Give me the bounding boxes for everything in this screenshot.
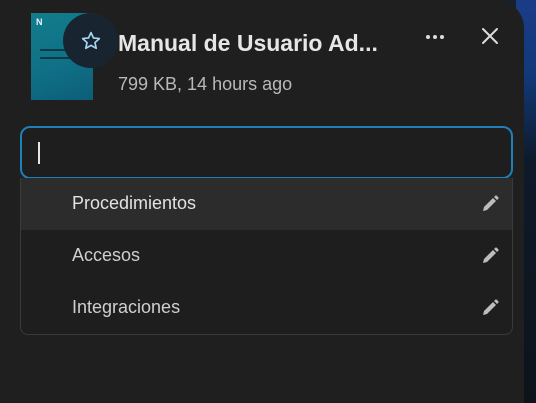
suggestion-label: Accesos xyxy=(72,245,141,265)
tag-input[interactable] xyxy=(36,128,496,177)
more-options-button[interactable] xyxy=(420,24,450,50)
pencil-icon[interactable] xyxy=(480,246,500,266)
file-meta: 799 KB, 14 hours ago xyxy=(118,74,293,94)
thumbnail-logo: N xyxy=(36,17,43,27)
suggestion-label: Integraciones xyxy=(72,297,181,317)
suggestion-item[interactable]: Accesos xyxy=(21,230,512,282)
suggestion-label: Procedimientos xyxy=(72,193,197,213)
star-outline-icon xyxy=(81,31,100,49)
dot xyxy=(433,35,437,39)
favorite-button[interactable] xyxy=(63,13,118,68)
suggestion-item[interactable]: Procedimientos xyxy=(21,178,512,230)
dot xyxy=(440,35,444,39)
tag-input-box[interactable] xyxy=(20,126,513,179)
file-details-panel: N Manual de Usuario Ad... 799 KB, 14 hou… xyxy=(0,0,524,403)
close-button[interactable] xyxy=(476,22,504,50)
tag-suggestions-list: Procedimientos Accesos Integraciones xyxy=(20,178,513,335)
pencil-icon[interactable] xyxy=(480,194,500,214)
close-icon xyxy=(482,28,498,44)
suggestion-item[interactable]: Integraciones xyxy=(21,282,512,334)
pencil-icon[interactable] xyxy=(480,298,500,318)
dot xyxy=(426,35,430,39)
file-title: Manual de Usuario Ad... xyxy=(118,30,378,56)
